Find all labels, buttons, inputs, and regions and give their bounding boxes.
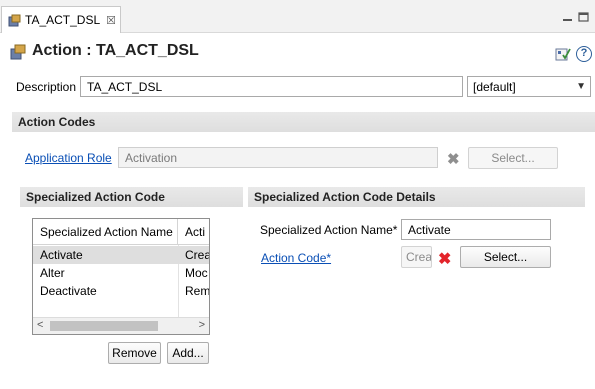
description-label: Description	[16, 80, 77, 94]
column-header-code[interactable]: Acti	[178, 219, 209, 245]
scroll-left-icon[interactable]: <	[37, 319, 43, 331]
tab-ta-act-dsl[interactable]: TA_ACT_DSL ☒	[1, 6, 121, 33]
table-row[interactable]: Alter Moc	[33, 264, 209, 282]
minimize-icon[interactable]	[561, 11, 574, 23]
select-action-code-button[interactable]: Select...	[460, 246, 551, 268]
remove-action-code-icon[interactable]: ✖	[438, 249, 451, 269]
close-tab-icon[interactable]: ☒	[106, 14, 116, 27]
validate-icon[interactable]	[555, 46, 571, 62]
application-role-link[interactable]: Application Role	[25, 151, 112, 165]
application-role-field: Activation	[118, 147, 438, 168]
specialized-action-name-label: Specialized Action Name*	[260, 223, 398, 237]
table-header: Specialized Action Name Acti	[33, 219, 209, 245]
table-row[interactable]: Activate Crea	[33, 246, 209, 264]
remove-button[interactable]: Remove	[108, 342, 161, 364]
cell-name: Alter	[40, 266, 65, 280]
action-icon	[10, 44, 26, 60]
specialized-action-name-field[interactable]: Activate	[401, 219, 551, 240]
column-header-name[interactable]: Specialized Action Name	[33, 219, 178, 245]
cell-code: Crea	[185, 248, 209, 262]
help-icon[interactable]: ?	[576, 46, 592, 62]
action-codes-heading: Action Codes	[12, 112, 595, 132]
action-icon	[8, 14, 21, 26]
page-title: Action : TA_ACT_DSL	[32, 42, 199, 59]
description-field[interactable]: TA_ACT_DSL	[80, 76, 463, 97]
tab-label: TA_ACT_DSL	[25, 13, 101, 27]
add-button[interactable]: Add...	[167, 342, 209, 364]
action-code-link[interactable]: Action Code*	[261, 251, 331, 265]
maximize-icon[interactable]	[577, 11, 590, 23]
table-row[interactable]: Deactivate Rem	[33, 282, 209, 300]
locale-select[interactable]: [default] ▼	[467, 76, 591, 97]
specialized-action-table: Specialized Action Name Acti Activate Cr…	[32, 218, 210, 335]
select-role-button: Select...	[468, 147, 558, 169]
cell-code: Rem	[185, 284, 209, 298]
horizontal-scrollbar[interactable]: < >	[33, 317, 209, 334]
cell-name: Deactivate	[40, 284, 97, 298]
clear-role-icon: ✖	[447, 151, 460, 168]
cell-name: Activate	[40, 248, 83, 262]
chevron-down-icon: ▼	[576, 81, 586, 92]
cell-code: Moc	[185, 266, 208, 280]
scrollbar-thumb[interactable]	[50, 321, 158, 331]
locale-select-value: [default]	[473, 79, 516, 94]
specialized-action-code-heading: Specialized Action Code	[20, 187, 243, 207]
editor-tab-bar: TA_ACT_DSL ☒	[0, 0, 595, 33]
action-code-field: Crea	[401, 246, 432, 268]
specialized-action-code-details-heading: Specialized Action Code Details	[248, 187, 585, 207]
scroll-right-icon[interactable]: >	[199, 319, 205, 331]
